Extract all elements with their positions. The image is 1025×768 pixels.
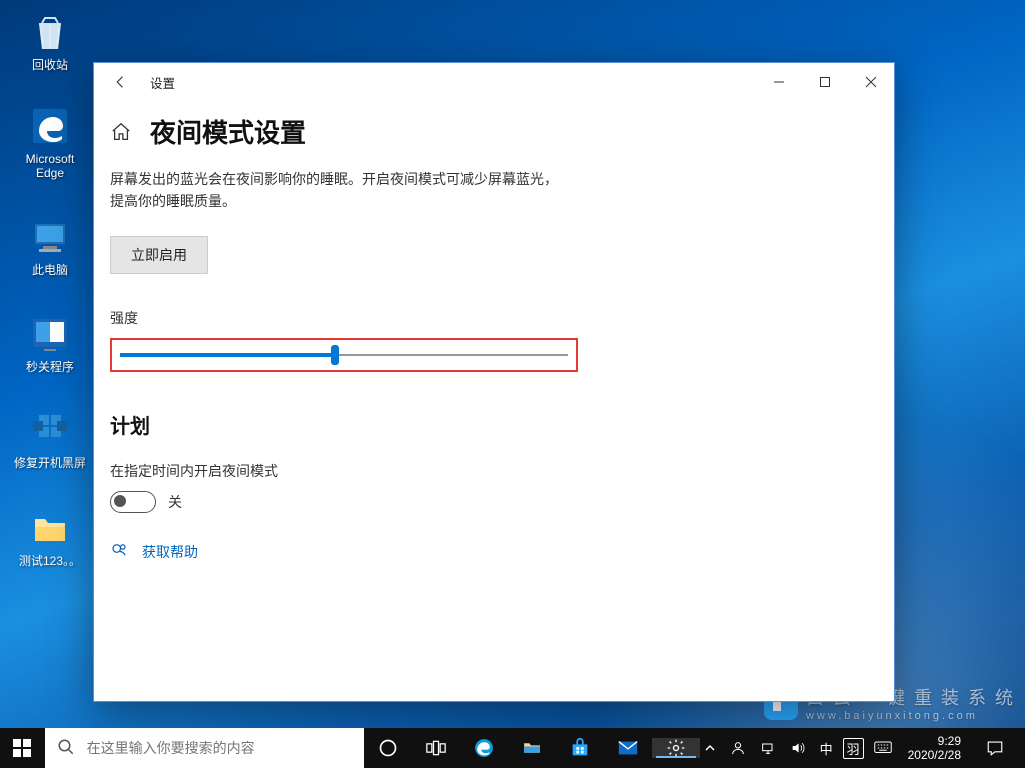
page-title: 夜间模式设置 (150, 113, 306, 150)
tray-date: 2020/2/28 (908, 748, 961, 762)
desktop-icon-recycle-bin[interactable]: 回收站 (10, 10, 90, 72)
taskbar-pinned (364, 728, 700, 768)
tray-clock[interactable]: 9:29 2020/2/28 (902, 734, 967, 762)
get-help-link[interactable]: 获取帮助 (142, 542, 198, 562)
taskbar-mail[interactable] (604, 737, 652, 759)
tray-network-icon[interactable] (756, 740, 780, 756)
enable-now-button[interactable]: 立即启用 (110, 236, 208, 274)
slider-track-fill (120, 353, 335, 357)
task-view-button[interactable] (412, 740, 460, 756)
desktop-icon-test-folder[interactable]: 测试123。。 (10, 506, 90, 568)
description-line: 提高你的睡眠质量。 (110, 193, 236, 209)
folder-icon (28, 506, 72, 550)
help-icon (110, 541, 128, 562)
desktop-icon-label: 此电脑 (10, 263, 90, 277)
edge-icon (28, 104, 72, 148)
tray-people-icon[interactable] (726, 740, 750, 756)
desktop-icon-this-pc[interactable]: 此电脑 (10, 215, 90, 277)
taskbar-file-explorer[interactable] (508, 737, 556, 759)
maximize-button[interactable] (802, 66, 848, 98)
desktop-icon-label: Microsoft Edge (10, 152, 90, 180)
strength-slider-highlight (110, 338, 578, 372)
desktop-icon-label: 回收站 (10, 58, 90, 72)
tray-time: 9:29 (908, 734, 961, 748)
taskbar: 中 羽 9:29 2020/2/28 (0, 728, 1025, 768)
desktop-icon-label: 秒关程序 (10, 360, 90, 374)
search-input[interactable] (85, 739, 349, 757)
desktop-icon-edge[interactable]: Microsoft Edge (10, 104, 90, 180)
toggle-state-label: 关 (168, 492, 182, 512)
watermark-url: www.baiyunxitong.com (806, 710, 1015, 722)
search-icon (57, 738, 75, 759)
tray-chevron-up-icon[interactable] (700, 742, 720, 754)
desktop-icon-shutdown-tool[interactable]: 秒关程序 (10, 312, 90, 374)
taskbar-edge[interactable] (460, 737, 508, 759)
titlebar[interactable]: 设置 (94, 63, 894, 101)
tray-keyboard-icon[interactable] (870, 741, 896, 755)
cortana-button[interactable] (364, 738, 412, 758)
schedule-section-title: 计划 (110, 410, 886, 439)
settings-window: 设置 夜间模式设置 屏幕发出的蓝光会在夜间影响你的睡眠。开启夜间模式可减少屏幕蓝… (93, 62, 895, 702)
desktop-icon-label: 测试123。。 (10, 554, 90, 568)
desktop-icon-repair-boot[interactable]: 修复开机黑屏 (10, 408, 90, 470)
action-center-button[interactable] (973, 739, 1017, 757)
schedule-toggle[interactable] (110, 491, 156, 513)
strength-label: 强度 (110, 308, 886, 328)
description-line: 屏幕发出的蓝光会在夜间影响你的睡眠。开启夜间模式可减少屏幕蓝光， (110, 171, 558, 187)
repair-boot-icon (28, 408, 72, 452)
taskbar-search[interactable] (45, 728, 364, 768)
start-button[interactable] (0, 728, 45, 768)
desktop-icon-label: 修复开机黑屏 (10, 456, 90, 470)
taskbar-settings[interactable] (652, 738, 700, 758)
description: 屏幕发出的蓝光会在夜间影响你的睡眠。开启夜间模式可减少屏幕蓝光， 提高你的睡眠质… (110, 168, 730, 212)
schedule-description: 在指定时间内开启夜间模式 (110, 461, 886, 481)
this-pc-icon (28, 215, 72, 259)
system-tray: 中 羽 9:29 2020/2/28 (700, 728, 1025, 768)
window-title: 设置 (144, 73, 175, 92)
shutdown-tool-icon (28, 312, 72, 356)
back-button[interactable] (98, 66, 144, 98)
minimize-button[interactable] (756, 66, 802, 98)
taskbar-store[interactable] (556, 737, 604, 759)
slider-thumb[interactable] (331, 345, 339, 365)
tray-volume-icon[interactable] (786, 740, 810, 756)
tray-ime2[interactable]: 羽 (843, 738, 864, 759)
strength-slider[interactable] (120, 350, 568, 360)
close-button[interactable] (848, 66, 894, 98)
recycle-bin-icon (28, 10, 72, 54)
toggle-knob (114, 495, 126, 507)
home-icon[interactable] (110, 121, 132, 143)
tray-ime[interactable]: 中 (816, 739, 837, 758)
